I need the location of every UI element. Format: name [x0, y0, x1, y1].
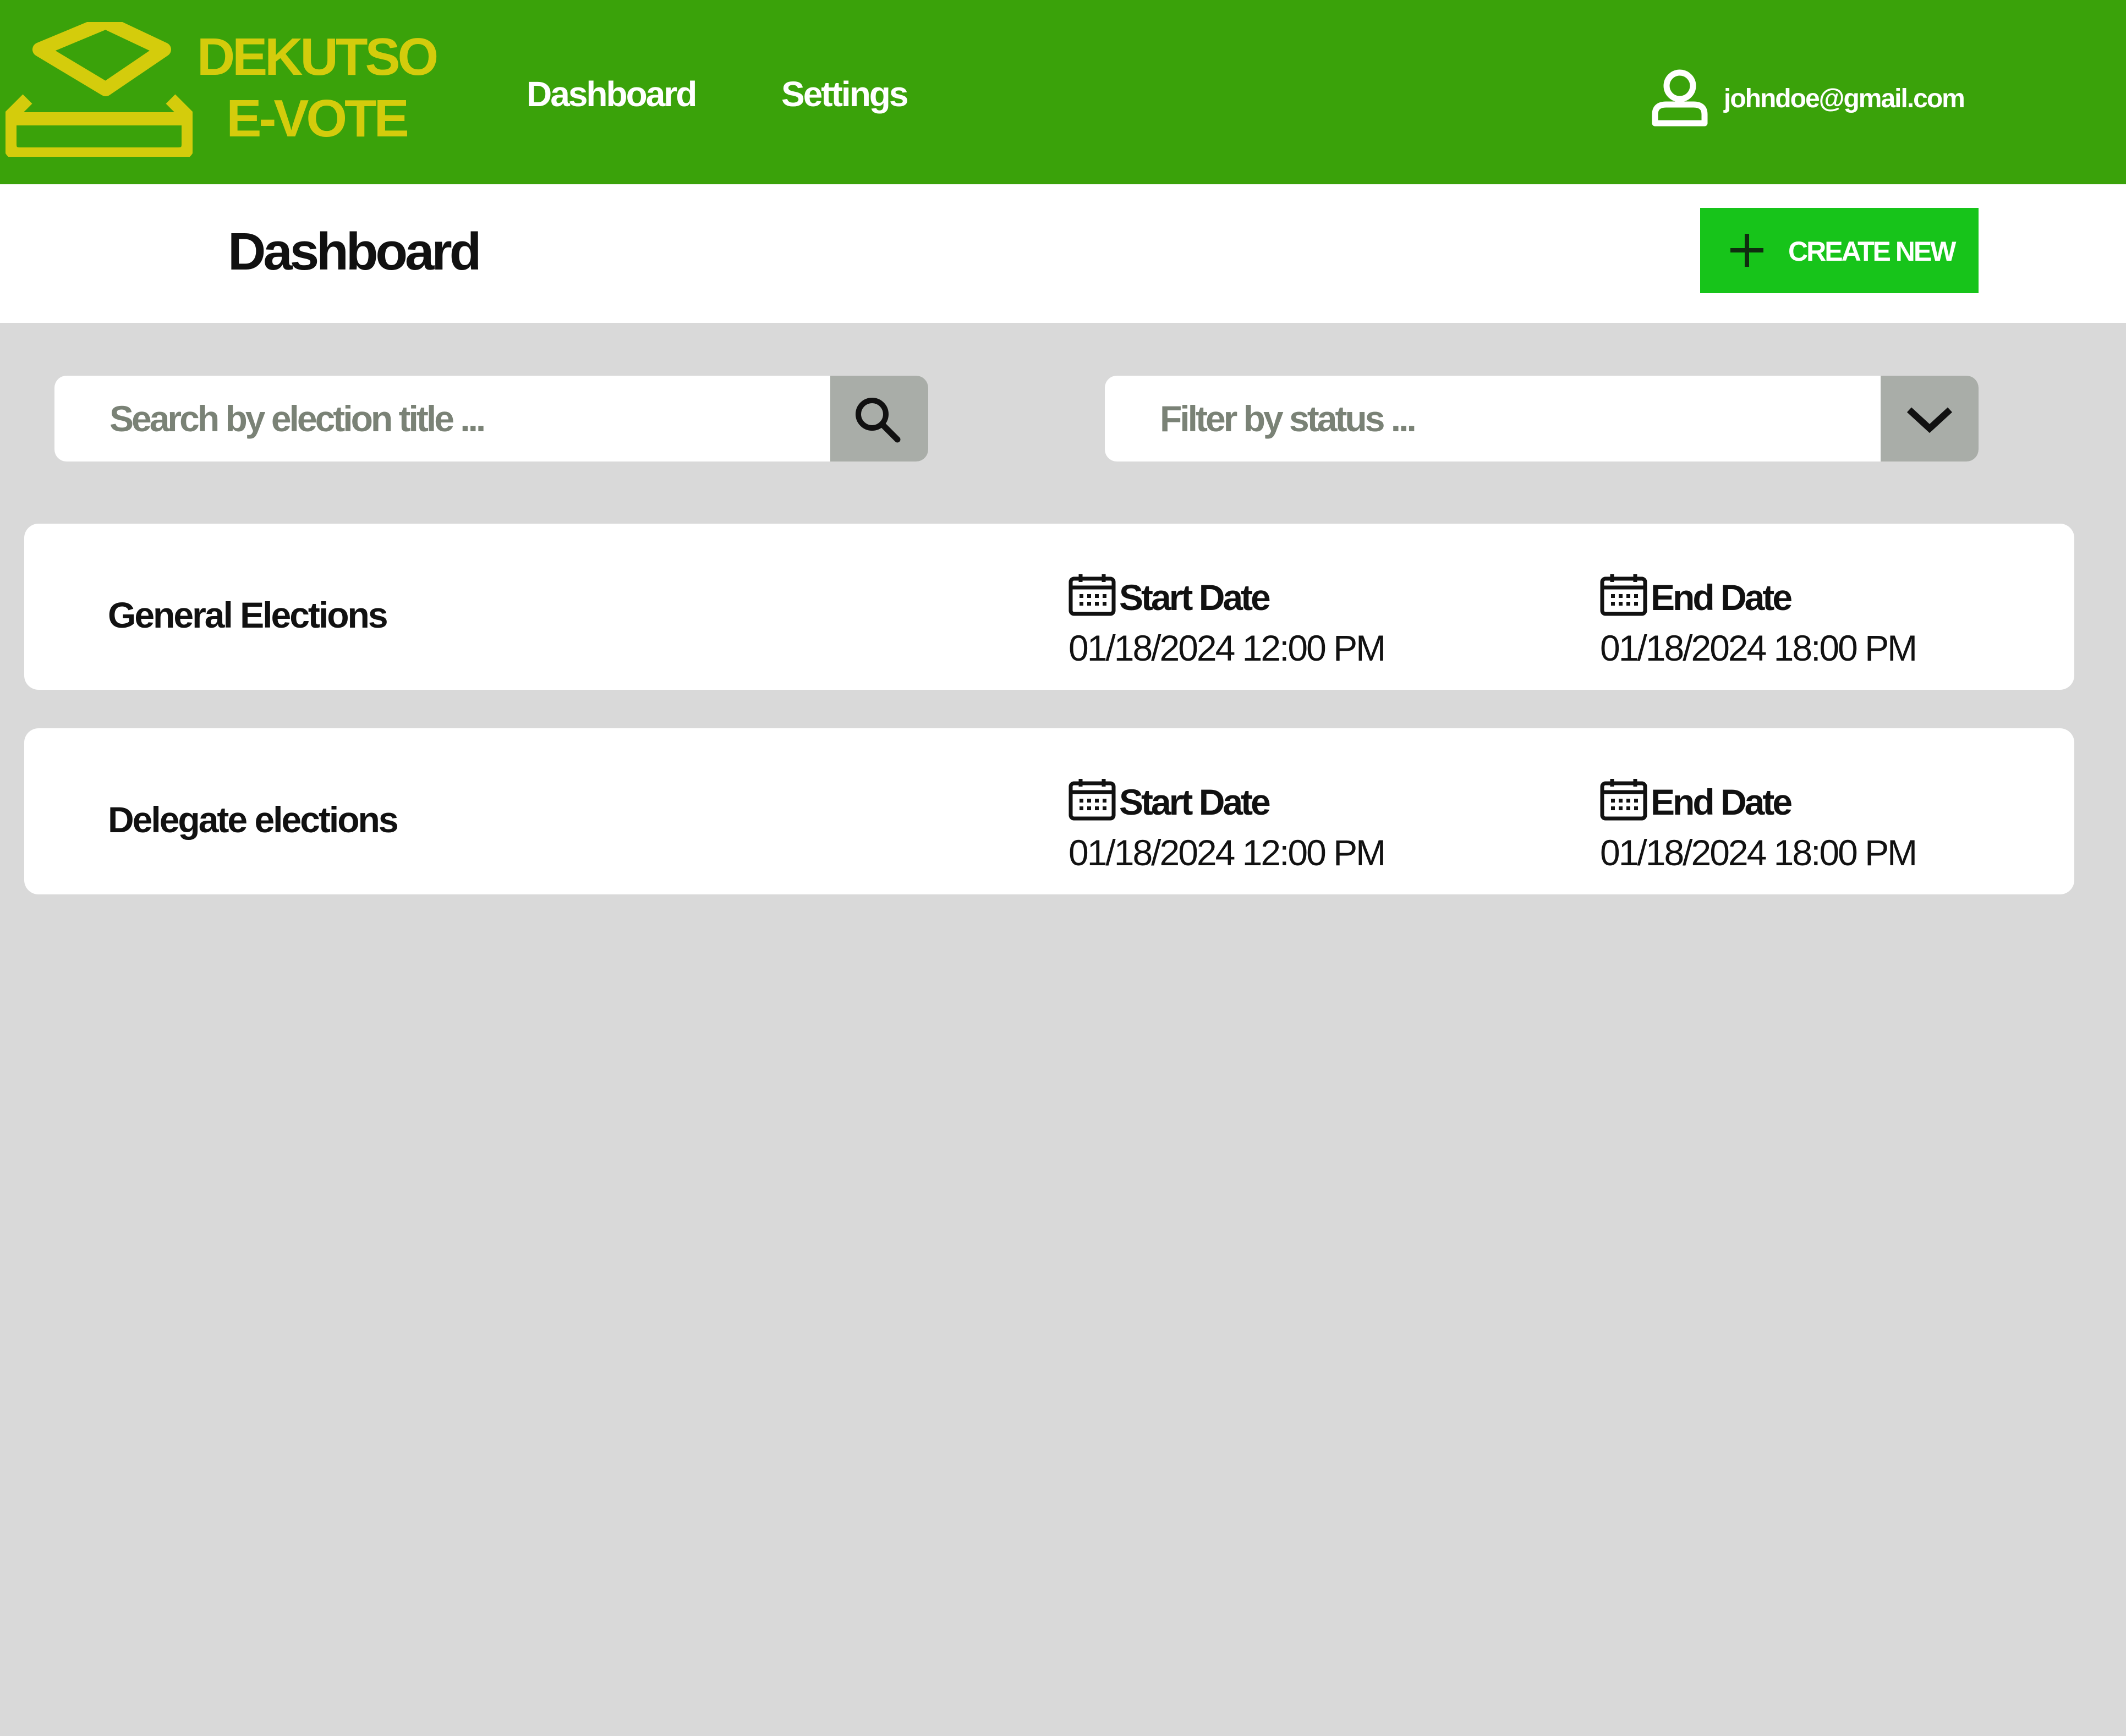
calendar-icon [1600, 574, 1647, 616]
brand-name: DEKUTSO E-VOTE [195, 26, 439, 150]
top-navbar: DEKUTSO E-VOTE Dashboard Settings johndo… [0, 0, 2126, 184]
end-date-value: 01/18/2024 18:00 PM [1600, 832, 1917, 873]
status-filter [1105, 376, 1979, 462]
user-icon[interactable] [1650, 68, 1710, 128]
search-button[interactable] [830, 376, 928, 462]
election-title: Delegate elections [108, 799, 399, 840]
chevron-down-icon [1906, 407, 1953, 433]
election-card[interactable]: General Elections Start Date 01/18/2024 … [24, 524, 2074, 690]
create-new-label: CREATE NEW [1788, 236, 1956, 267]
nav-settings-link[interactable]: Settings [781, 74, 908, 114]
calendar-icon [1600, 779, 1647, 821]
calendar-icon [1069, 779, 1116, 821]
create-new-button[interactable]: CREATE NEW [1700, 208, 1979, 293]
search-icon [856, 398, 901, 443]
page-title: Dashboard [228, 222, 481, 281]
end-date-value: 01/18/2024 18:00 PM [1600, 628, 1917, 668]
calendar-icon [1069, 574, 1116, 616]
ballot-box-logo-icon [6, 22, 193, 157]
user-email[interactable]: johndoe@gmail.com [1724, 84, 1965, 114]
plus-icon [1730, 234, 1763, 267]
end-date-label: End Date [1651, 577, 1793, 618]
search-bar [54, 376, 928, 462]
nav-dashboard-link[interactable]: Dashboard [527, 74, 697, 114]
page-header: Dashboard CREATE NEW [0, 184, 2126, 323]
brand-line-2: E-VOTE [226, 89, 409, 148]
brand-line-1: DEKUTSO [196, 28, 439, 86]
start-date-value: 01/18/2024 12:00 PM [1069, 628, 1386, 668]
election-card[interactable]: Delegate elections Start Date 01/18/2024… [24, 728, 2074, 894]
start-date-value: 01/18/2024 12:00 PM [1069, 832, 1386, 873]
end-date-label: End Date [1651, 782, 1793, 822]
status-filter-dropdown-button[interactable] [1881, 376, 1979, 462]
start-date-label: Start Date [1119, 782, 1271, 822]
start-date-label: Start Date [1119, 577, 1271, 618]
search-input[interactable] [54, 376, 830, 462]
status-filter-input[interactable] [1105, 376, 1881, 462]
election-title: General Elections [108, 595, 388, 635]
